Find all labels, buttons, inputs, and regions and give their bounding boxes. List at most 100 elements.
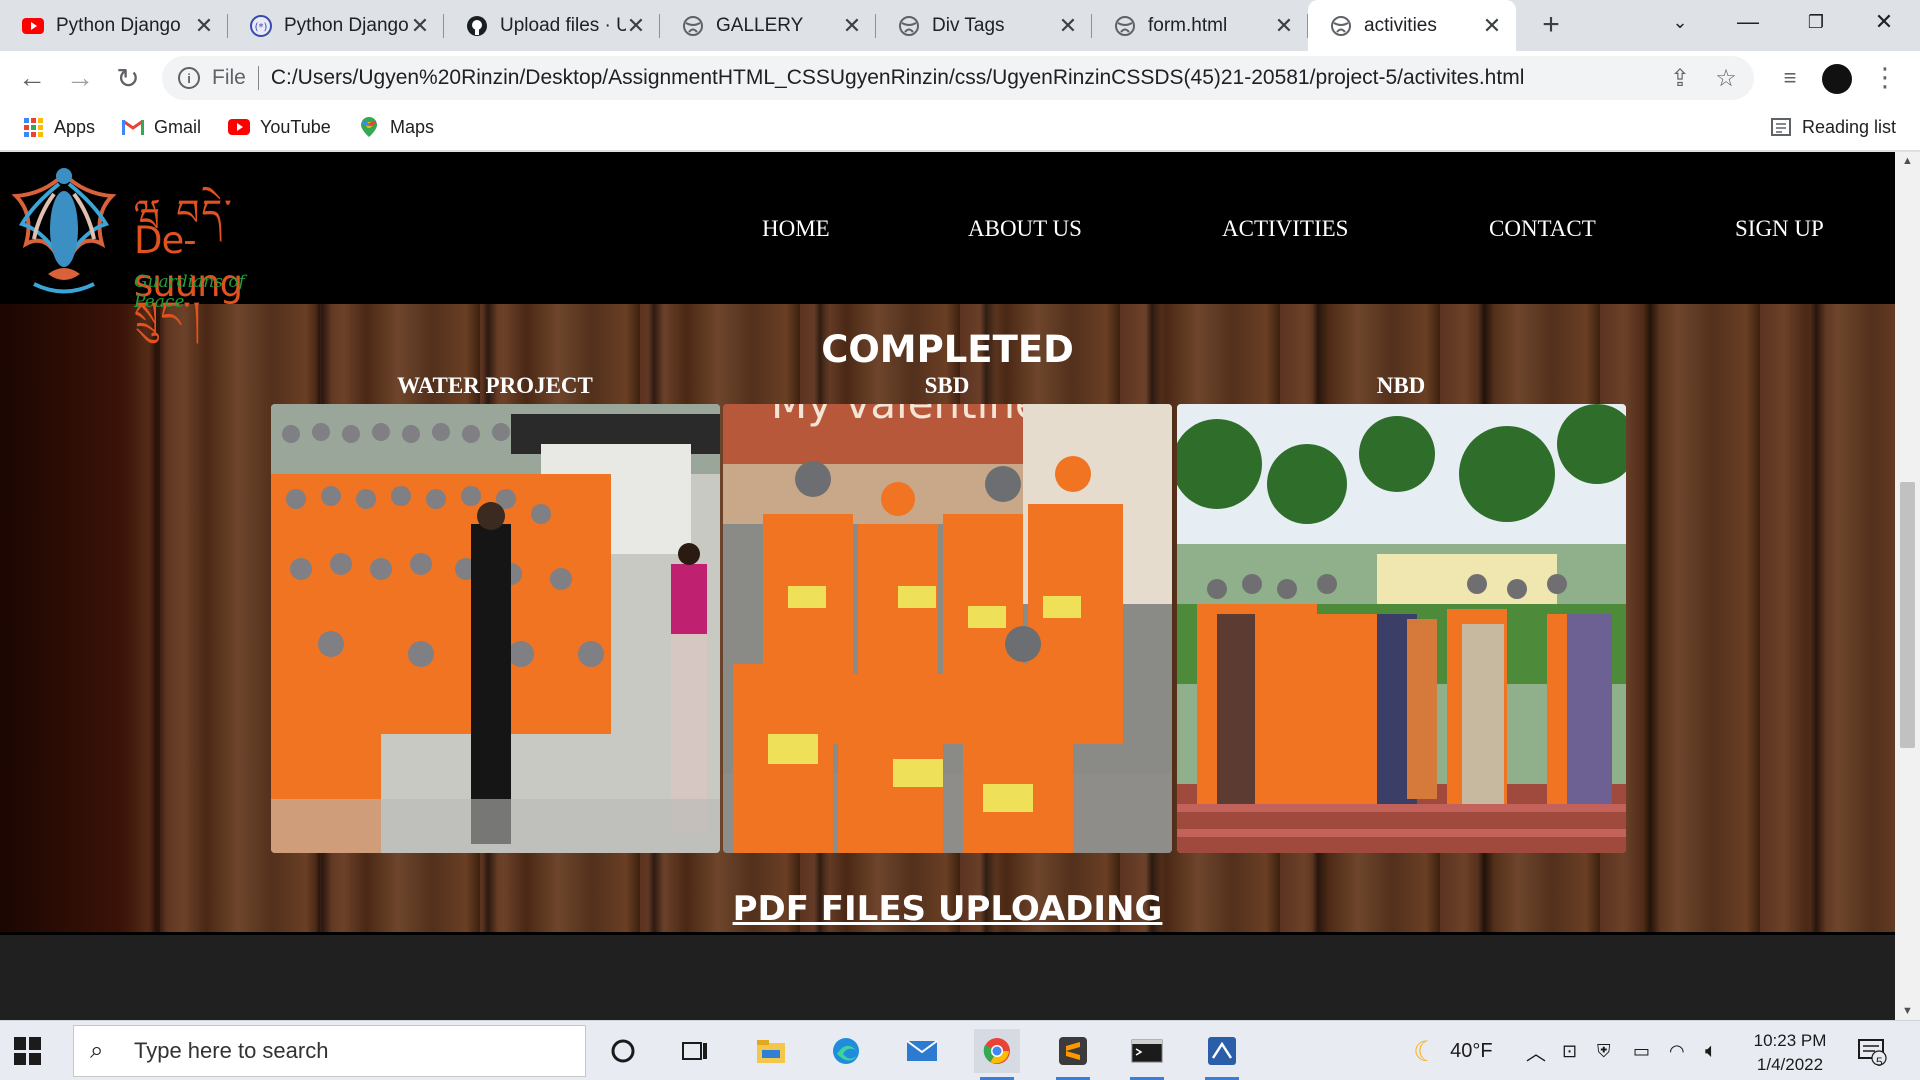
chrome-taskbar-icon[interactable] xyxy=(974,1029,1020,1080)
tab-div-tags[interactable]: Div Tags ✕ xyxy=(876,0,1092,51)
nav-sign-up[interactable]: SIGN UP xyxy=(1735,216,1824,242)
battery-icon[interactable]: ▭ xyxy=(1633,1021,1650,1080)
nav-about-us[interactable]: ABOUT US xyxy=(968,216,1082,242)
project-label-nbd: NBD xyxy=(1376,373,1426,398)
tab-python-django-1[interactable]: Python Django ✕ xyxy=(0,0,228,51)
scroll-up-arrow-icon[interactable]: ▲ xyxy=(1895,152,1920,170)
reading-list-button[interactable]: Reading list xyxy=(1770,105,1896,149)
page-scrollbar[interactable]: ▲ ▼ xyxy=(1895,152,1920,1020)
scroll-thumb[interactable] xyxy=(1900,482,1915,748)
tab-activities[interactable]: activities ✕ xyxy=(1308,0,1516,51)
globe-icon xyxy=(1330,15,1352,37)
minimize-button[interactable]: — xyxy=(1714,0,1782,44)
new-tab-button[interactable]: + xyxy=(1533,8,1569,44)
footer-section xyxy=(0,932,1895,1020)
mail-icon[interactable] xyxy=(899,1029,945,1073)
maps-pin-icon xyxy=(358,116,380,138)
close-tab-icon[interactable]: ✕ xyxy=(626,13,646,39)
profile-avatar[interactable] xyxy=(1822,64,1852,94)
site-header: ཝ བདེ་སྲུང་། De-suung Guardians of Peace… xyxy=(0,152,1895,336)
photo-nbd[interactable] xyxy=(1177,404,1626,853)
tab-search-chevron-icon[interactable]: ⌄ xyxy=(1646,0,1714,44)
brand-tagline: Guardians of Peace xyxy=(134,272,245,312)
gmail-icon xyxy=(122,116,144,138)
nav-home[interactable]: HOME xyxy=(762,216,830,242)
page-viewport: ཝ བདེ་སྲུང་། De-suung Guardians of Peace… xyxy=(0,152,1920,1020)
tab-form-html[interactable]: form.html ✕ xyxy=(1092,0,1308,51)
nav-activities[interactable]: ACTIVITIES xyxy=(1222,216,1348,242)
bookmarks-bar: Apps Gmail YouTube Maps Reading list xyxy=(0,105,1920,151)
close-tab-icon[interactable]: ✕ xyxy=(1274,13,1294,39)
youtube-icon xyxy=(228,116,250,138)
url-text[interactable]: C:/Users/Ugyen%20Rinzin/Desktop/Assignme… xyxy=(271,66,1525,90)
tab-upload-files[interactable]: Upload files · U ✕ xyxy=(444,0,660,51)
site-info-icon[interactable]: i xyxy=(178,67,200,89)
notification-count: 5 xyxy=(1876,1055,1883,1069)
apps-grid-icon xyxy=(22,116,44,138)
section-title-completed: COMPLETED xyxy=(821,328,1074,371)
reading-list-icon xyxy=(1770,116,1792,138)
close-tab-icon[interactable]: ✕ xyxy=(410,13,430,39)
photo-sbd[interactable]: My valentine gift xyxy=(723,404,1172,853)
bookmark-star-icon[interactable]: ☆ xyxy=(1708,56,1744,100)
back-button[interactable]: ← xyxy=(13,59,51,97)
weather-widget[interactable]: ☾ 40°F xyxy=(1413,1021,1493,1080)
notification-center-icon[interactable]: 5 xyxy=(1857,1021,1887,1080)
close-tab-icon[interactable]: ✕ xyxy=(1482,13,1502,39)
reload-button[interactable]: ↻ xyxy=(109,59,147,97)
windows-taskbar: ⌕ Type here to search ☾ 40°F ︿ ⊡ ⛨ ▭ ◠ 🔈… xyxy=(0,1020,1920,1080)
moon-icon: ☾ xyxy=(1413,1035,1439,1067)
edge-browser-icon[interactable] xyxy=(823,1029,869,1073)
media-control-icon[interactable]: ≡ xyxy=(1772,56,1808,100)
clock-date: 1/4/2022 xyxy=(1756,1055,1824,1074)
browser-toolbar: ← → ↻ i File C:/Users/Ugyen%20Rinzin/Des… xyxy=(0,51,1920,105)
nav-contact[interactable]: CONTACT xyxy=(1489,216,1596,242)
volume-icon[interactable]: 🔈︎ xyxy=(1705,1021,1717,1080)
scroll-down-arrow-icon[interactable]: ▼ xyxy=(1895,1002,1920,1020)
taskbar-search-box[interactable]: ⌕ Type here to search xyxy=(73,1025,586,1077)
task-view-icon[interactable] xyxy=(672,1029,718,1073)
project-label-water: WATER PROJECT xyxy=(397,373,593,398)
bookmark-apps[interactable]: Apps xyxy=(22,105,95,149)
pdf-files-heading[interactable]: PDF FILES UPLOADING xyxy=(0,889,1895,929)
wifi-icon[interactable]: ◠ xyxy=(1669,1021,1685,1080)
terminal-icon[interactable] xyxy=(1124,1029,1170,1080)
tray-overflow-chevron-icon[interactable]: ︿ xyxy=(1526,1021,1546,1080)
bookmark-gmail[interactable]: Gmail xyxy=(122,105,201,149)
clock-time: 10:23 PM xyxy=(1753,1031,1827,1050)
desuung-logo[interactable]: ཝ བདེ་སྲུང་། De-suung Guardians of Peace xyxy=(4,154,284,336)
youtube-icon xyxy=(22,15,44,37)
bookmark-youtube[interactable]: YouTube xyxy=(228,105,331,149)
snipping-tool-icon[interactable] xyxy=(1199,1029,1245,1080)
security-icon[interactable]: ⛨ xyxy=(1597,1021,1611,1080)
close-window-button[interactable]: ✕ xyxy=(1850,0,1918,44)
browser-menu-icon[interactable]: ⋮ xyxy=(1872,61,1898,95)
tab-python-django-2[interactable]: (*) Python Django ✕ xyxy=(228,0,444,51)
restore-button[interactable]: ❐ xyxy=(1782,0,1850,44)
garuda-emblem-icon xyxy=(11,168,117,294)
system-clock[interactable]: 10:23 PM 1/4/2022 xyxy=(1735,1029,1845,1077)
scheme-label: File xyxy=(212,66,246,89)
windows-start-icon[interactable] xyxy=(14,1037,42,1065)
tab-gallery[interactable]: GALLERY ✕ xyxy=(660,0,876,51)
github-icon xyxy=(466,15,488,37)
svg-text:(*): (*) xyxy=(255,22,268,33)
globe-icon xyxy=(898,15,920,37)
photo-water-project[interactable] xyxy=(271,404,720,853)
django-icon: (*) xyxy=(250,14,272,37)
close-tab-icon[interactable]: ✕ xyxy=(1058,13,1078,39)
share-icon[interactable]: ⇪ xyxy=(1662,56,1698,100)
globe-icon xyxy=(1114,15,1136,37)
browser-tab-strip: Python Django ✕ (*) Python Django ✕ Uplo… xyxy=(0,0,1920,51)
file-explorer-icon[interactable] xyxy=(748,1029,794,1073)
close-tab-icon[interactable]: ✕ xyxy=(842,13,862,39)
project-label-sbd: SBD xyxy=(924,373,970,398)
globe-icon xyxy=(682,15,704,37)
close-tab-icon[interactable]: ✕ xyxy=(194,13,214,39)
forward-button[interactable]: → xyxy=(61,59,99,97)
address-bar[interactable]: i File C:/Users/Ugyen%20Rinzin/Desktop/A… xyxy=(162,56,1754,100)
bookmark-maps[interactable]: Maps xyxy=(358,105,434,149)
device-icon[interactable]: ⊡ xyxy=(1562,1021,1577,1080)
sublime-text-icon[interactable] xyxy=(1050,1029,1096,1080)
cortana-icon[interactable] xyxy=(600,1029,646,1073)
